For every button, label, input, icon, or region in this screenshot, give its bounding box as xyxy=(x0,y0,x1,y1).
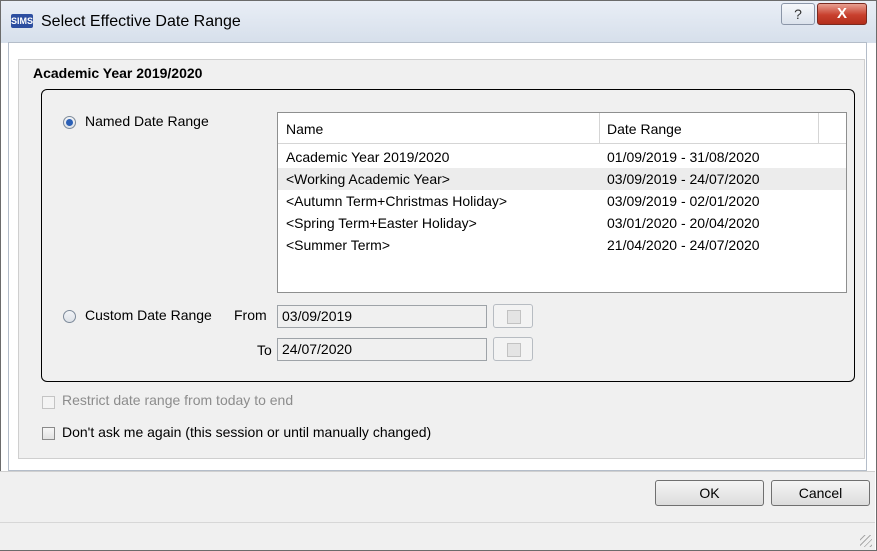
named-date-range-label[interactable]: Named Date Range xyxy=(85,113,209,129)
range-dates: 03/09/2019 - 02/01/2020 xyxy=(607,193,760,209)
range-name: <Autumn Term+Christmas Holiday> xyxy=(286,193,508,209)
to-date-field[interactable]: 24/07/2020 xyxy=(277,338,487,361)
list-item[interactable]: <Spring Term+Easter Holiday> 03/01/2020 … xyxy=(278,212,846,234)
range-name: Academic Year 2019/2020 xyxy=(286,149,450,165)
to-label: To xyxy=(257,342,272,358)
range-name: <Spring Term+Easter Holiday> xyxy=(286,215,477,231)
cancel-button[interactable]: Cancel xyxy=(771,480,870,506)
ok-button[interactable]: OK xyxy=(655,480,764,506)
range-dates: 03/09/2019 - 24/07/2020 xyxy=(607,171,760,187)
sims-app-icon: SIMS xyxy=(11,14,34,28)
list-item[interactable]: Academic Year 2019/2020 01/09/2019 - 31/… xyxy=(278,146,846,168)
dont-ask-again-checkbox[interactable] xyxy=(42,427,55,440)
restrict-date-range-checkbox[interactable] xyxy=(42,396,55,409)
list-header: Name Date Range xyxy=(278,113,846,144)
help-button[interactable]: ? xyxy=(781,3,815,25)
from-calendar-button[interactable] xyxy=(493,304,533,328)
custom-date-range-radio[interactable] xyxy=(63,310,76,323)
range-dates: 01/09/2019 - 31/08/2020 xyxy=(607,149,760,165)
column-header-name[interactable]: Name xyxy=(286,121,323,137)
from-label: From xyxy=(234,307,267,323)
range-dates: 03/01/2020 - 20/04/2020 xyxy=(607,215,760,231)
range-name: <Working Academic Year> xyxy=(286,171,450,187)
resize-grip-icon[interactable] xyxy=(860,535,872,547)
column-divider[interactable] xyxy=(818,113,819,143)
custom-date-range-label[interactable]: Custom Date Range xyxy=(85,307,212,323)
window-title: Select Effective Date Range xyxy=(41,13,241,30)
range-name: <Summer Term> xyxy=(286,237,390,253)
restrict-date-range-label: Restrict date range from today to end xyxy=(62,392,294,408)
from-date-field[interactable]: 03/09/2019 xyxy=(277,305,487,328)
dont-ask-again-label[interactable]: Don't ask me again (this session or unti… xyxy=(62,424,431,440)
list-item[interactable]: <Autumn Term+Christmas Holiday> 03/09/20… xyxy=(278,190,846,212)
column-header-date-range[interactable]: Date Range xyxy=(607,121,682,137)
status-bar xyxy=(0,522,875,550)
named-range-list[interactable]: Name Date Range Academic Year 2019/2020 … xyxy=(277,112,847,293)
named-date-range-radio[interactable] xyxy=(63,116,76,129)
title-bar[interactable]: SIMS Select Effective Date Range ? X xyxy=(1,1,876,43)
range-dates: 21/04/2020 - 24/07/2020 xyxy=(607,237,760,253)
column-divider[interactable] xyxy=(599,113,600,143)
list-item-selected[interactable]: <Working Academic Year> 03/09/2019 - 24/… xyxy=(278,168,846,190)
list-item[interactable]: <Summer Term> 21/04/2020 - 24/07/2020 xyxy=(278,234,846,256)
to-calendar-button[interactable] xyxy=(493,337,533,361)
section-title: Academic Year 2019/2020 xyxy=(33,65,203,81)
close-button[interactable]: X xyxy=(817,3,867,25)
